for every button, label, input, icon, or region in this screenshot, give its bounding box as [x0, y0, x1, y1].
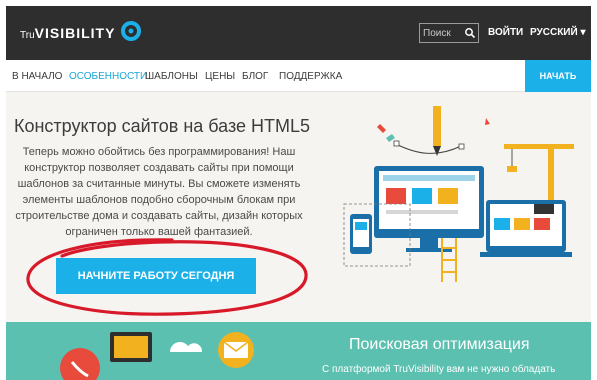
get-started-button[interactable]: НАЧНИТЕ РАБОТУ СЕГОДНЯ: [56, 258, 256, 294]
nav-item-features[interactable]: ОСОБЕННОСТИ: [69, 71, 147, 82]
language-selector[interactable]: РУССКИЙ ▾: [530, 27, 585, 38]
hero-description: Теперь можно обойтись без программирован…: [15, 146, 303, 238]
seo-description: С платформой TruVisibility вам не нужно …: [322, 364, 556, 375]
feature-icons-cluster: [60, 332, 254, 380]
search-icon[interactable]: [464, 27, 476, 39]
nav-item-blog[interactable]: БЛОГ: [242, 71, 268, 82]
site-logo[interactable]: TruVISIBILITY: [20, 25, 115, 41]
phone-icon: [60, 348, 100, 380]
logo-prefix: Tru: [20, 30, 35, 41]
logo-name: VISIBILITY: [34, 25, 116, 41]
nav-item-templates[interactable]: ШАБЛОНЫ: [145, 71, 198, 82]
login-link[interactable]: ВОЙТИ: [488, 27, 523, 38]
search-box: [419, 23, 479, 43]
hero-title: Конструктор сайтов на базе HTML5: [14, 116, 311, 136]
seo-feature-band: Поисковая оптимизация С платформой TruVi…: [6, 322, 591, 380]
logo-mark-icon: [121, 21, 141, 41]
main-nav: В НАЧАЛО ОСОБЕННОСТИ ШАБЛОНЫ ЦЕНЫ БЛОГ П…: [6, 60, 591, 92]
seo-title: Поисковая оптимизация: [349, 336, 530, 353]
nav-item-home[interactable]: В НАЧАЛО: [12, 71, 62, 82]
hero-section: Конструктор сайтов на базе HTML5 Теперь …: [6, 92, 591, 322]
nav-item-prices[interactable]: ЦЕНЫ: [205, 71, 235, 82]
search-input[interactable]: [423, 25, 461, 41]
website-builder-illustration: [343, 106, 574, 282]
top-bar: TruVISIBILITY ВОЙТИ РУССКИЙ ▾: [6, 6, 591, 60]
nav-item-support[interactable]: ПОДДЕРЖКА: [279, 71, 342, 82]
browser-viewport: TruVISIBILITY ВОЙТИ РУССКИЙ ▾ В НАЧАЛО О…: [6, 6, 591, 380]
start-button[interactable]: НАЧАТЬ: [525, 60, 591, 92]
